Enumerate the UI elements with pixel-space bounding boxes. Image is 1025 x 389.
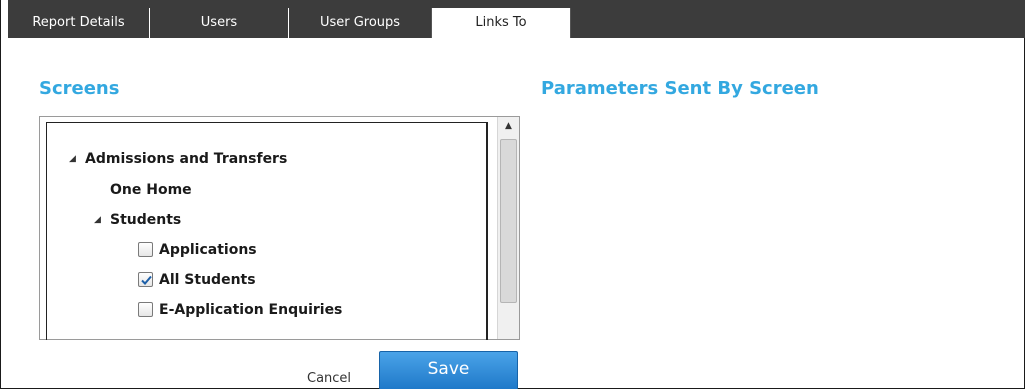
tree-node-label: Students: [110, 212, 182, 228]
tree-view[interactable]: ◢ Admissions and Transfers One Home ◢ Stud…: [46, 122, 488, 340]
vertical-scrollbar[interactable]: ▲: [497, 117, 519, 339]
tree-item-e-application-enquiries[interactable]: E-Application Enquiries: [138, 300, 342, 320]
tree-node-label: Admissions and Transfers: [85, 151, 288, 167]
tree-node-admissions[interactable]: ◢ Admissions and Transfers: [69, 149, 287, 169]
save-button[interactable]: Save: [379, 351, 518, 389]
tree-item-label: Applications: [159, 242, 257, 258]
tab-users[interactable]: Users: [150, 8, 289, 38]
tab-bar: Report Details Users User Groups Links T…: [8, 0, 1025, 38]
parameters-heading: Parameters Sent By Screen: [541, 78, 819, 99]
triangle-expanded-icon[interactable]: ◢: [69, 149, 85, 169]
checkmark-icon: [141, 275, 152, 285]
tree-item-label: All Students: [159, 272, 256, 288]
screens-heading: Screens: [39, 78, 120, 99]
tree-node-label: One Home: [110, 182, 192, 198]
tree-node-one-home[interactable]: One Home: [110, 180, 192, 200]
tab-report-details[interactable]: Report Details: [8, 8, 150, 38]
checkbox-applications[interactable]: [138, 241, 153, 257]
tree-item-all-students[interactable]: All Students: [138, 270, 256, 290]
tree-item-label: E-Application Enquiries: [159, 302, 343, 318]
screens-tree-panel[interactable]: ◢ Admissions and Transfers One Home ◢ Stud…: [39, 116, 520, 340]
tab-links-to[interactable]: Links To: [431, 8, 571, 38]
tree-node-students[interactable]: ◢ Students: [94, 210, 181, 230]
tree-item-applications[interactable]: Applications: [138, 240, 257, 260]
checkbox-e-application-enquiries[interactable]: [138, 301, 153, 317]
tab-user-groups[interactable]: User Groups: [289, 8, 431, 38]
checkbox-all-students[interactable]: [138, 271, 153, 287]
scroll-up-arrow-icon[interactable]: ▲: [498, 117, 519, 135]
triangle-expanded-icon[interactable]: ◢: [94, 210, 110, 230]
cancel-button[interactable]: Cancel: [307, 371, 351, 386]
scroll-thumb[interactable]: [500, 139, 517, 303]
